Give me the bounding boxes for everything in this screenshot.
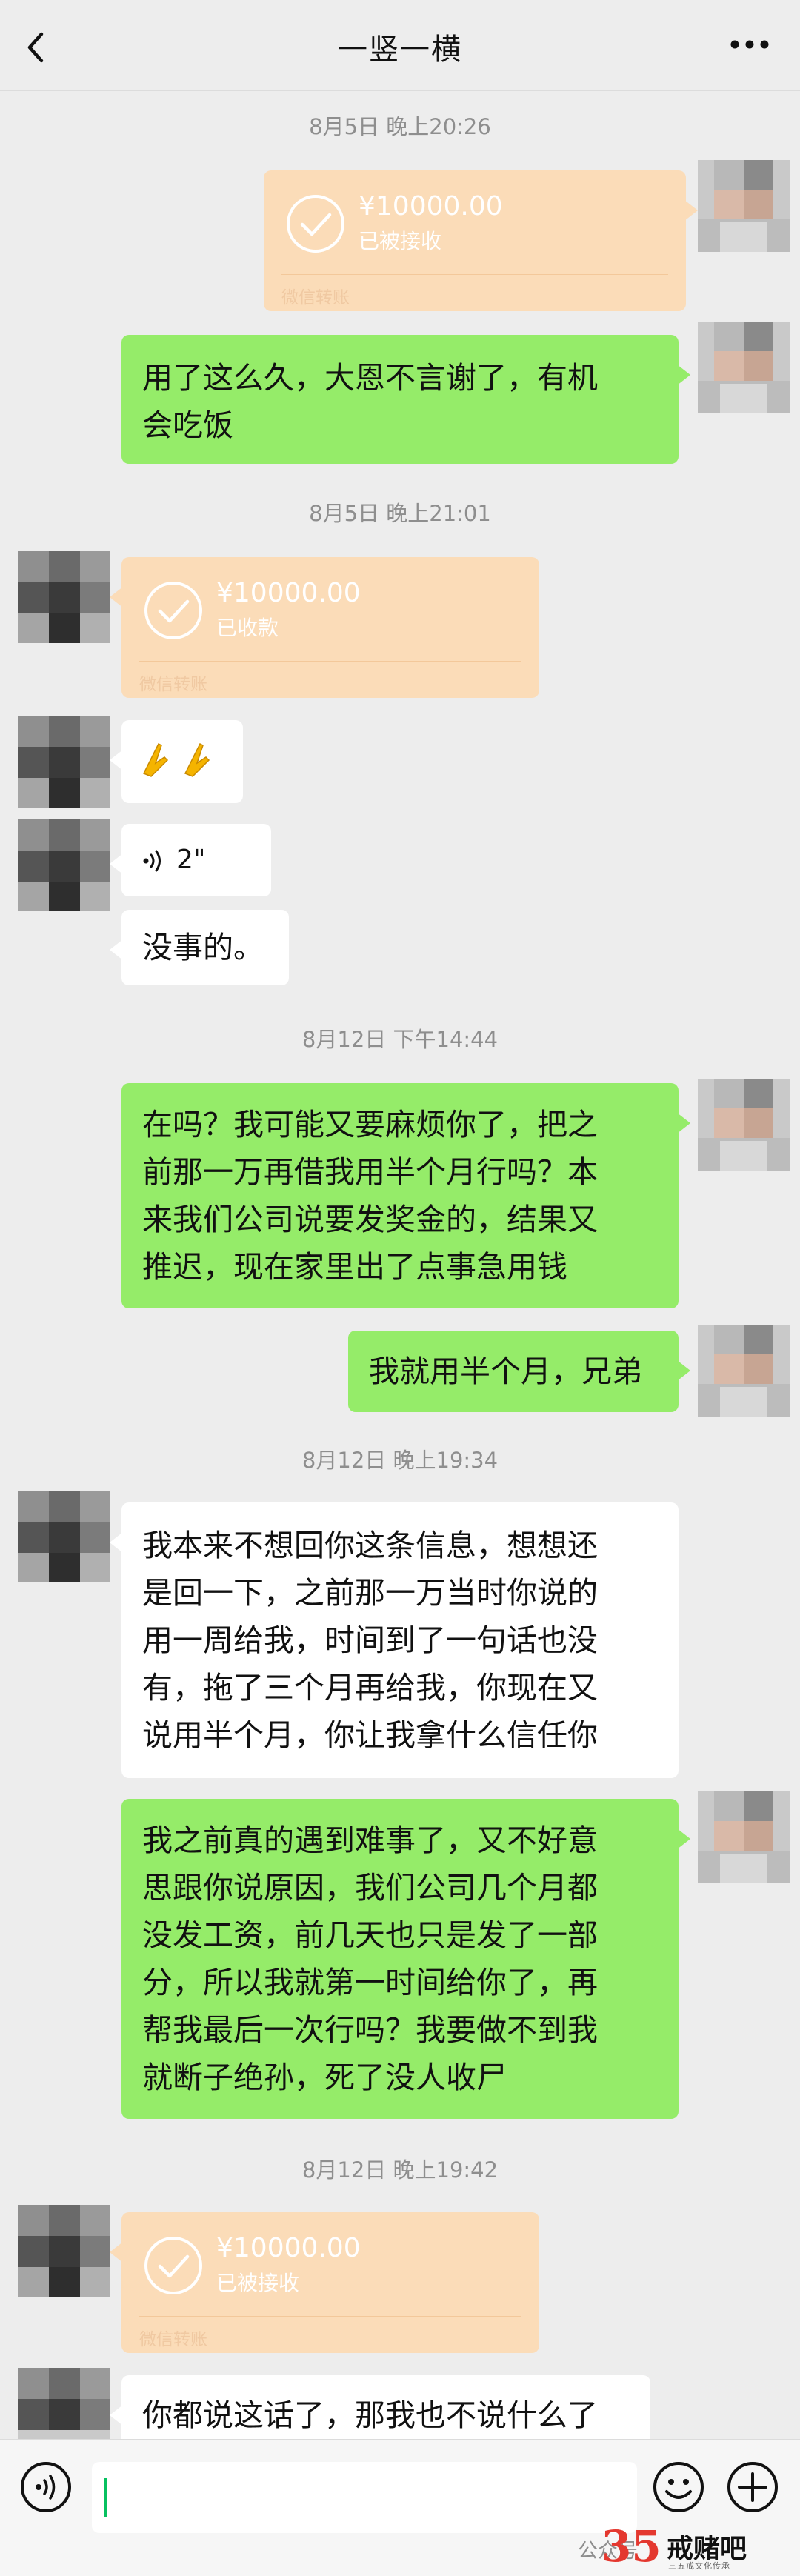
- message-line: 推迟，现在家里出了点事急用钱: [142, 1249, 567, 1285]
- emoji-icon[interactable]: [652, 2460, 705, 2514]
- timestamp: 8月5日 晚上21:01: [309, 501, 491, 526]
- timestamp: 8月12日 下午14:44: [301, 1027, 499, 1052]
- message-line: 在吗？我可能又要麻烦你了，把之: [142, 1107, 598, 1142]
- transfer-divider: [139, 2316, 521, 2317]
- check-circle-icon: [144, 582, 202, 639]
- transfer-amount: ¥10000.00: [216, 2233, 361, 2263]
- avatar[interactable]: [698, 160, 790, 252]
- message-line: 帮我最后一次行吗？我要做不到我: [142, 2012, 598, 2048]
- message-line: 就断子绝孙，死了没人收尸: [142, 2060, 507, 2095]
- timestamp: 8月5日 晚上20:26: [309, 114, 491, 139]
- avatar[interactable]: [698, 1791, 790, 1883]
- chat-title: 一竖一横: [338, 33, 462, 67]
- message-bubble-me[interactable]: 在吗？我可能又要麻烦你了，把之 前那一万再借我用半个月行吗？本 来我们公司说要发…: [121, 1083, 690, 1308]
- message-line: 有，拖了三个月再给我，你现在又: [142, 1670, 598, 1705]
- message-bubble-other[interactable]: 我本来不想回你这条信息，想想还 是回一下，之前那一万当时你说的 用一周给我，时间…: [110, 1502, 679, 1778]
- transfer-divider: [281, 274, 668, 275]
- watermark-logo: 35 戒赌吧 三五戒文化传承: [601, 2521, 787, 2573]
- avatar[interactable]: [698, 322, 790, 413]
- message-text: 我就用半个月，兄弟: [369, 1354, 642, 1389]
- message-bubble-me[interactable]: 我之前真的遇到难事了，又不好意 思跟你说原因，我们公司几个月都 没发工资，前几天…: [121, 1799, 690, 2119]
- timestamp: 8月12日 晚上19:42: [301, 2157, 499, 2183]
- message-text: 没事的。: [142, 930, 264, 965]
- message-input[interactable]: [92, 2462, 637, 2533]
- transfer-card[interactable]: ¥10000.00 已被接收 微信转账: [264, 170, 698, 311]
- message-line: 分，所以我就第一时间给你了，再: [142, 1965, 598, 2000]
- input-bar: 公众号 35 戒赌吧 三五戒文化传承: [0, 2439, 800, 2576]
- transfer-card[interactable]: ¥10000.00 已被接收 微信转账: [110, 2212, 539, 2353]
- text-cursor: [104, 2478, 107, 2517]
- chat-header: 一竖一横: [0, 0, 800, 91]
- voice-input-icon[interactable]: [19, 2460, 73, 2514]
- avatar[interactable]: [698, 1325, 790, 1417]
- logo-subtext: 三五戒文化传承: [668, 2561, 730, 2571]
- timestamp: 8月12日 晚上19:34: [301, 1448, 499, 1473]
- message-line: 用一周给我，时间到了一句话也没: [142, 1623, 598, 1658]
- message-text: 你都说这话了，那我也不说什么了: [142, 2397, 598, 2433]
- voice-duration: 2": [176, 845, 206, 875]
- voice-icon: [143, 850, 161, 872]
- message-bubble-other[interactable]: [110, 720, 243, 803]
- voice-message[interactable]: 2": [110, 824, 271, 896]
- avatar[interactable]: [18, 716, 110, 808]
- message-line: 我之前真的遇到难事了，又不好意: [142, 1823, 598, 1858]
- avatar[interactable]: [18, 1491, 110, 1582]
- message-line: 我本来不想回你这条信息，想想还: [142, 1528, 598, 1563]
- message-bubble-me[interactable]: 用了这么久，大恩不言谢了，有机 会吃饭: [121, 335, 690, 464]
- message-bubble-me[interactable]: 我就用半个月，兄弟: [348, 1331, 690, 1412]
- transfer-amount: ¥10000.00: [216, 578, 361, 608]
- avatar[interactable]: [18, 819, 110, 911]
- transfer-status: 已收款: [216, 616, 279, 640]
- check-circle-icon: [287, 195, 344, 253]
- transfer-divider: [139, 661, 521, 662]
- plus-icon[interactable]: [726, 2460, 779, 2514]
- transfer-status: 已被接收: [359, 229, 442, 253]
- avatar[interactable]: [18, 551, 110, 643]
- transfer-footer: 微信转账: [139, 2330, 207, 2349]
- praying-hands-icon: [142, 742, 210, 777]
- message-line: 会吃饭: [142, 407, 233, 443]
- transfer-footer: 微信转账: [281, 288, 350, 307]
- transfer-footer: 微信转账: [139, 675, 207, 694]
- message-bubble-other[interactable]: 没事的。: [110, 910, 289, 985]
- transfer-card[interactable]: ¥10000.00 已收款 微信转账: [110, 557, 539, 698]
- more-icon[interactable]: [729, 39, 770, 50]
- check-circle-icon: [144, 2237, 202, 2294]
- message-line: 来我们公司说要发奖金的，结果又: [142, 1202, 598, 1237]
- message-line: 思跟你说原因，我们公司几个月都: [142, 1870, 598, 1906]
- message-line: 没发工资，前几天也只是发了一部: [142, 1917, 598, 1953]
- logo-number: 35: [601, 2521, 661, 2572]
- message-line: 说用半个月，你让我拿什么信任你: [142, 1717, 598, 1753]
- transfer-amount: ¥10000.00: [359, 191, 503, 222]
- message-line: 用了这么久，大恩不言谢了，有机: [142, 360, 598, 396]
- transfer-status: 已被接收: [216, 2271, 300, 2295]
- message-line: 前那一万再借我用半个月行吗？本: [142, 1154, 598, 1190]
- message-line: 是回一下，之前那一万当时你说的: [142, 1575, 598, 1611]
- avatar[interactable]: [698, 1079, 790, 1171]
- avatar[interactable]: [18, 2205, 110, 2297]
